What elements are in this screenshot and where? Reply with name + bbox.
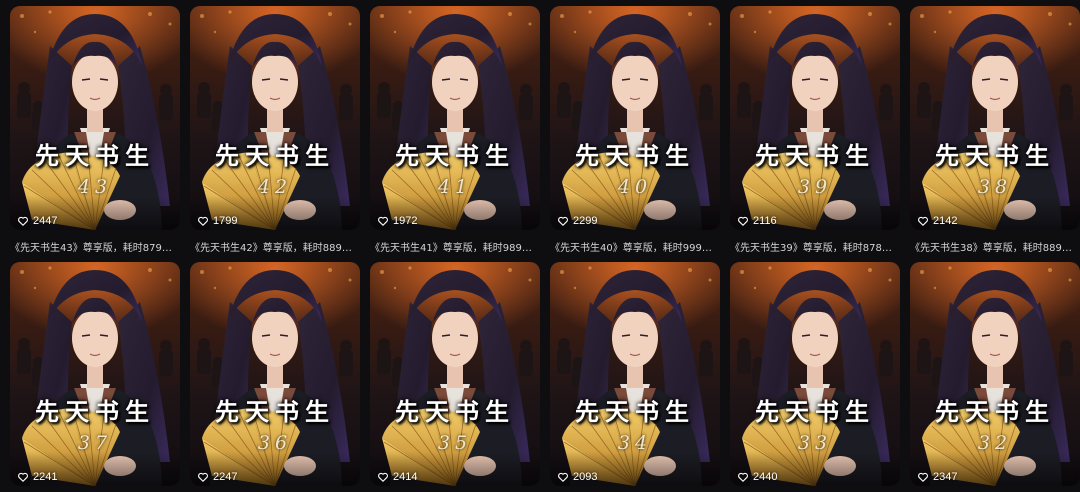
cover-episode-number: 35: [437, 432, 473, 454]
video-thumbnail[interactable]: 先天书生 32 2347: [910, 262, 1080, 486]
cover-title-text: 先天书生: [395, 141, 515, 170]
like-count: 1799: [197, 215, 237, 227]
like-count: 2447: [17, 215, 57, 227]
cover-episode-number: 41: [437, 176, 473, 198]
video-thumbnail[interactable]: 先天书生 37 2241: [10, 262, 180, 486]
cover-title-text: 先天书生: [755, 141, 875, 170]
cover-episode-number: 42: [257, 176, 293, 198]
cover-title-text: 先天书生: [575, 397, 695, 426]
cover-title-text: 先天书生: [755, 397, 875, 426]
video-thumbnail[interactable]: 先天书生 41 1972: [370, 6, 540, 230]
video-caption[interactable]: 《先天书生38》尊享版，耗时889小…: [910, 239, 1080, 254]
like-count-value: 2142: [933, 215, 958, 227]
heart-outline-icon: [918, 216, 928, 226]
cover-episode-number: 43: [77, 176, 113, 198]
like-count: 2142: [917, 215, 957, 227]
like-count-value: 2440: [753, 471, 778, 483]
cover-title-text: 先天书生: [575, 141, 695, 170]
video-caption[interactable]: 《先天书生40》尊享版，耗时999小…: [550, 239, 720, 254]
like-count: 1972: [377, 215, 417, 227]
like-count: 2241: [17, 471, 57, 483]
video-thumbnail[interactable]: 先天书生 43 2447: [10, 6, 180, 230]
cover-title-text: 先天书生: [35, 397, 155, 426]
heart-outline-icon: [558, 472, 568, 482]
cover-episode-number: 33: [797, 432, 833, 454]
video-card[interactable]: 先天书生 33 2440: [730, 262, 900, 486]
heart-outline-icon: [18, 216, 28, 226]
video-thumbnail[interactable]: 先天书生 39 2116: [730, 6, 900, 230]
cover-title-text: 先天书生: [395, 397, 515, 426]
video-thumbnail[interactable]: 先天书生 35 2414: [370, 262, 540, 486]
heart-outline-icon: [378, 472, 388, 482]
cover-title-text: 先天书生: [935, 397, 1055, 426]
cover-episode-number: 38: [977, 176, 1013, 198]
like-count: 2247: [197, 471, 237, 483]
video-card[interactable]: 先天书生 41 1972 《先天书生41》尊享版，耗时989小…: [370, 6, 540, 254]
cover-title-text: 先天书生: [215, 141, 335, 170]
video-thumbnail[interactable]: 先天书生 34 2093: [550, 262, 720, 486]
like-count-value: 2241: [33, 471, 58, 483]
video-card[interactable]: 先天书生 35 2414: [370, 262, 540, 486]
like-count-value: 2347: [933, 471, 958, 483]
cover-title-text: 先天书生: [935, 141, 1055, 170]
heart-outline-icon: [918, 472, 928, 482]
like-count-value: 2447: [33, 215, 58, 227]
video-caption[interactable]: 《先天书生42》尊享版，耗时889小…: [190, 239, 360, 254]
cover-episode-number: 34: [617, 432, 653, 454]
like-count-value: 2116: [753, 215, 777, 227]
like-count: 2116: [737, 215, 777, 227]
video-card[interactable]: 先天书生 32 2347: [910, 262, 1080, 486]
heart-outline-icon: [558, 216, 568, 226]
like-count-value: 1972: [393, 215, 418, 227]
video-thumbnail[interactable]: 先天书生 40 2299: [550, 6, 720, 230]
video-card[interactable]: 先天书生 39 2116 《先天书生39》尊享版，耗时878小…: [730, 6, 900, 254]
cover-episode-number: 39: [797, 176, 833, 198]
heart-outline-icon: [198, 216, 208, 226]
heart-outline-icon: [378, 216, 388, 226]
like-count: 2299: [557, 215, 597, 227]
cover-title-text: 先天书生: [215, 397, 335, 426]
video-thumbnail[interactable]: 先天书生 42 1799: [190, 6, 360, 230]
like-count-value: 2247: [213, 471, 238, 483]
heart-outline-icon: [198, 472, 208, 482]
like-count: 2440: [737, 471, 777, 483]
video-card[interactable]: 先天书生 40 2299 《先天书生40》尊享版，耗时999小…: [550, 6, 720, 254]
like-count-value: 2299: [573, 215, 598, 227]
video-caption[interactable]: 《先天书生43》尊享版，耗时879小…: [10, 239, 180, 254]
heart-outline-icon: [738, 216, 748, 226]
heart-outline-icon: [18, 472, 28, 482]
cover-title-text: 先天书生: [35, 141, 155, 170]
video-card[interactable]: 先天书生 42 1799 《先天书生42》尊享版，耗时889小…: [190, 6, 360, 254]
video-thumbnail[interactable]: 先天书生 36 2247: [190, 262, 360, 486]
video-caption[interactable]: 《先天书生39》尊享版，耗时878小…: [730, 239, 900, 254]
cover-episode-number: 36: [257, 432, 293, 454]
like-count-value: 2414: [393, 471, 418, 483]
like-count: 2347: [917, 471, 957, 483]
like-count: 2093: [557, 471, 597, 483]
video-card[interactable]: 先天书生 43 2447 《先天书生43》尊享版，耗时879小…: [10, 6, 180, 254]
video-card[interactable]: 先天书生 38 2142 《先天书生38》尊享版，耗时889小…: [910, 6, 1080, 254]
like-count-value: 1799: [213, 215, 238, 227]
like-count: 2414: [377, 471, 417, 483]
video-thumbnail[interactable]: 先天书生 33 2440: [730, 262, 900, 486]
video-card[interactable]: 先天书生 34 2093: [550, 262, 720, 486]
video-card[interactable]: 先天书生 36 2247: [190, 262, 360, 486]
like-count-value: 2093: [573, 471, 598, 483]
cover-episode-number: 37: [77, 432, 113, 454]
video-card[interactable]: 先天书生 37 2241: [10, 262, 180, 486]
video-thumbnail[interactable]: 先天书生 38 2142: [910, 6, 1080, 230]
cover-episode-number: 40: [617, 176, 653, 198]
heart-outline-icon: [738, 472, 748, 482]
video-caption[interactable]: 《先天书生41》尊享版，耗时989小…: [370, 239, 540, 254]
video-grid: 先天书生 43 2447 《先天书生43》尊享版，耗时879小… 先天书生 42…: [0, 0, 1080, 492]
cover-episode-number: 32: [977, 432, 1013, 454]
